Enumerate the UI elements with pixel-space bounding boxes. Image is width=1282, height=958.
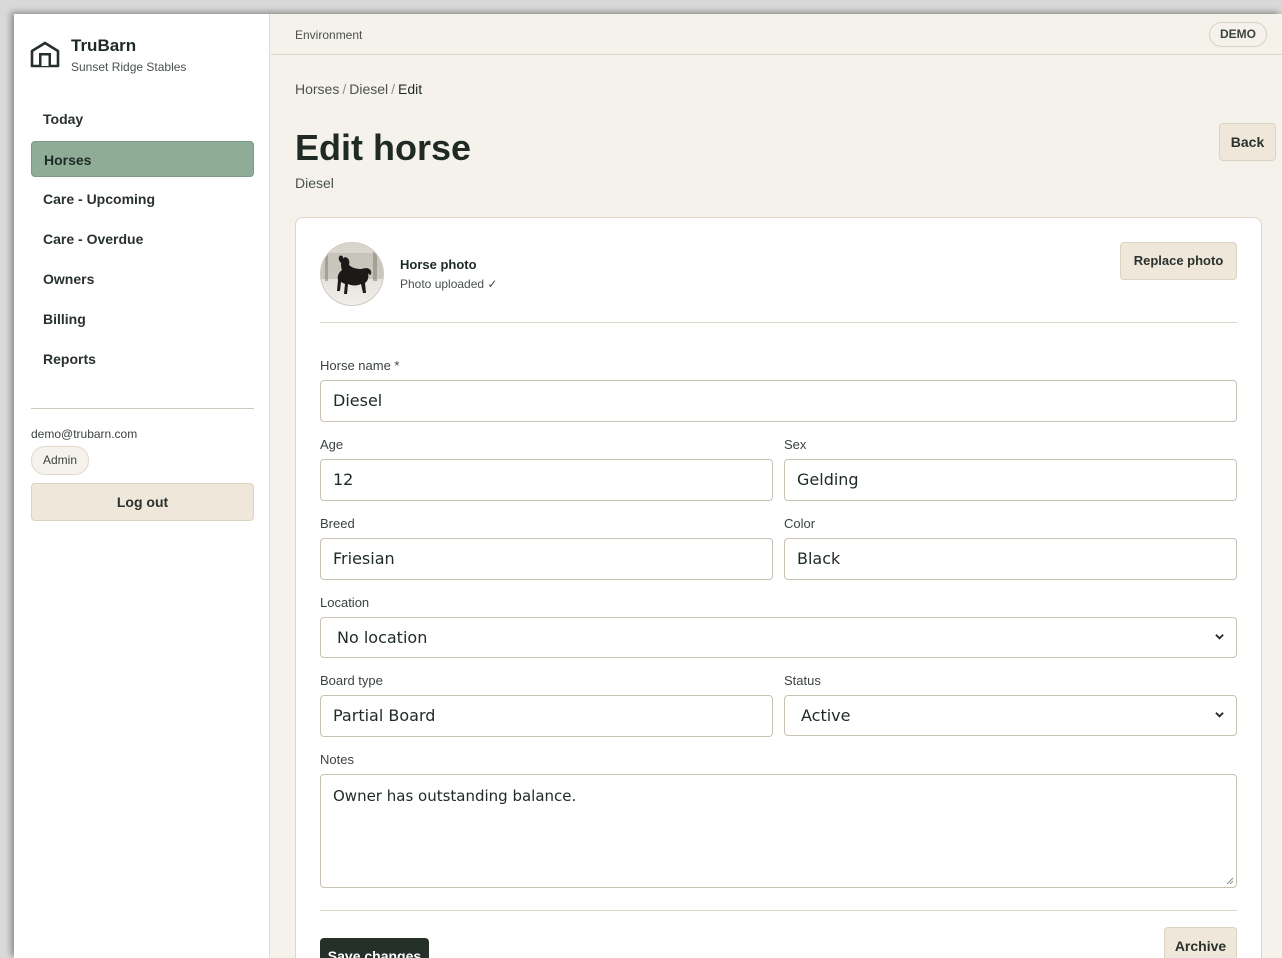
sidebar-item-owners[interactable]: Owners [31, 261, 254, 297]
notes-text: Owner has outstanding balance. [333, 787, 577, 805]
sex-input[interactable]: Gelding [784, 459, 1237, 501]
location-select-value: No location [337, 628, 428, 647]
color-input[interactable]: Black [784, 538, 1237, 580]
sidebar-item-care-overdue[interactable]: Care - Overdue [31, 221, 254, 257]
user-email: demo@trubarn.com [31, 427, 138, 441]
breadcrumb-separator: / [342, 81, 347, 97]
app-window: TruBarn Sunset Ridge Stables Today Horse… [14, 14, 1282, 958]
horse-photo [320, 242, 384, 306]
sidebar-item-reports[interactable]: Reports [31, 341, 254, 377]
environment-label: Environment [295, 28, 363, 42]
horse-name-label: Horse name * [320, 358, 400, 373]
brand[interactable]: TruBarn Sunset Ridge Stables [30, 36, 186, 74]
photo-section: Horse photo Photo uploaded ✓ Replace pho… [320, 242, 1237, 323]
location-select[interactable]: No location [320, 617, 1237, 658]
org-name: Sunset Ridge Stables [71, 60, 187, 74]
status-label: Status [784, 673, 821, 688]
replace-photo-button[interactable]: Replace photo [1120, 242, 1237, 280]
edit-horse-form: Horse photo Photo uploaded ✓ Replace pho… [295, 217, 1262, 958]
sidebar-item-care-upcoming[interactable]: Care - Upcoming [31, 181, 254, 217]
status-select[interactable]: Active [784, 695, 1237, 736]
location-label: Location [320, 595, 370, 610]
notes-label: Notes [320, 752, 354, 767]
breadcrumb: Horses / Diesel / Edit [295, 81, 422, 97]
status-select-value: Active [801, 706, 851, 725]
chevron-down-icon [1215, 712, 1224, 718]
age-input[interactable]: 12 [320, 459, 773, 501]
breadcrumb-separator: / [391, 81, 396, 97]
sidebar-item-horses[interactable]: Horses [31, 141, 254, 177]
sidebar-divider [31, 408, 254, 409]
archive-button[interactable]: Archive [1164, 927, 1237, 958]
app-name: TruBarn [71, 36, 137, 55]
role-badge: Admin [31, 446, 90, 475]
form-divider [320, 910, 1237, 911]
sidebar-nav: Today Horses Care - Upcoming Care - Over… [31, 101, 254, 381]
age-label: Age [320, 437, 344, 452]
breadcrumb-horses-link[interactable]: Horses [295, 81, 339, 97]
sidebar-item-today[interactable]: Today [31, 101, 254, 137]
main-content: Environment DEMO Horses / Diesel / Edit Edit… [271, 14, 1282, 958]
color-label: Color [784, 516, 816, 531]
notes-textarea[interactable]: Owner has outstanding balance. [320, 774, 1237, 888]
page-subtitle: Diesel [295, 175, 334, 191]
resize-handle-icon[interactable] [1226, 877, 1234, 885]
sex-label: Sex [784, 437, 807, 452]
board-type-label: Board type [320, 673, 383, 688]
page-title: Edit horse [295, 127, 472, 168]
photo-title: Horse photo [400, 257, 477, 272]
sidebar-item-billing[interactable]: Billing [31, 301, 254, 337]
breadcrumb-current: Edit [398, 81, 423, 97]
topbar: Environment DEMO [271, 14, 1282, 55]
photo-status: Photo uploaded ✓ [400, 277, 498, 291]
back-button[interactable]: Back [1219, 123, 1276, 161]
sidebar: TruBarn Sunset Ridge Stables Today Horse… [14, 14, 270, 958]
barn-icon [30, 41, 60, 68]
breed-input[interactable]: Friesian [320, 538, 773, 580]
logout-button[interactable]: Log out [31, 483, 254, 521]
horse-name-input[interactable]: Diesel [320, 380, 1237, 422]
environment-badge: DEMO [1209, 22, 1267, 47]
chevron-down-icon [1215, 634, 1224, 640]
breadcrumb-horse-link[interactable]: Diesel [349, 81, 388, 97]
save-changes-button[interactable]: Save changes [320, 938, 429, 958]
breed-label: Breed [320, 516, 355, 531]
board-type-input[interactable]: Partial Board [320, 695, 773, 737]
